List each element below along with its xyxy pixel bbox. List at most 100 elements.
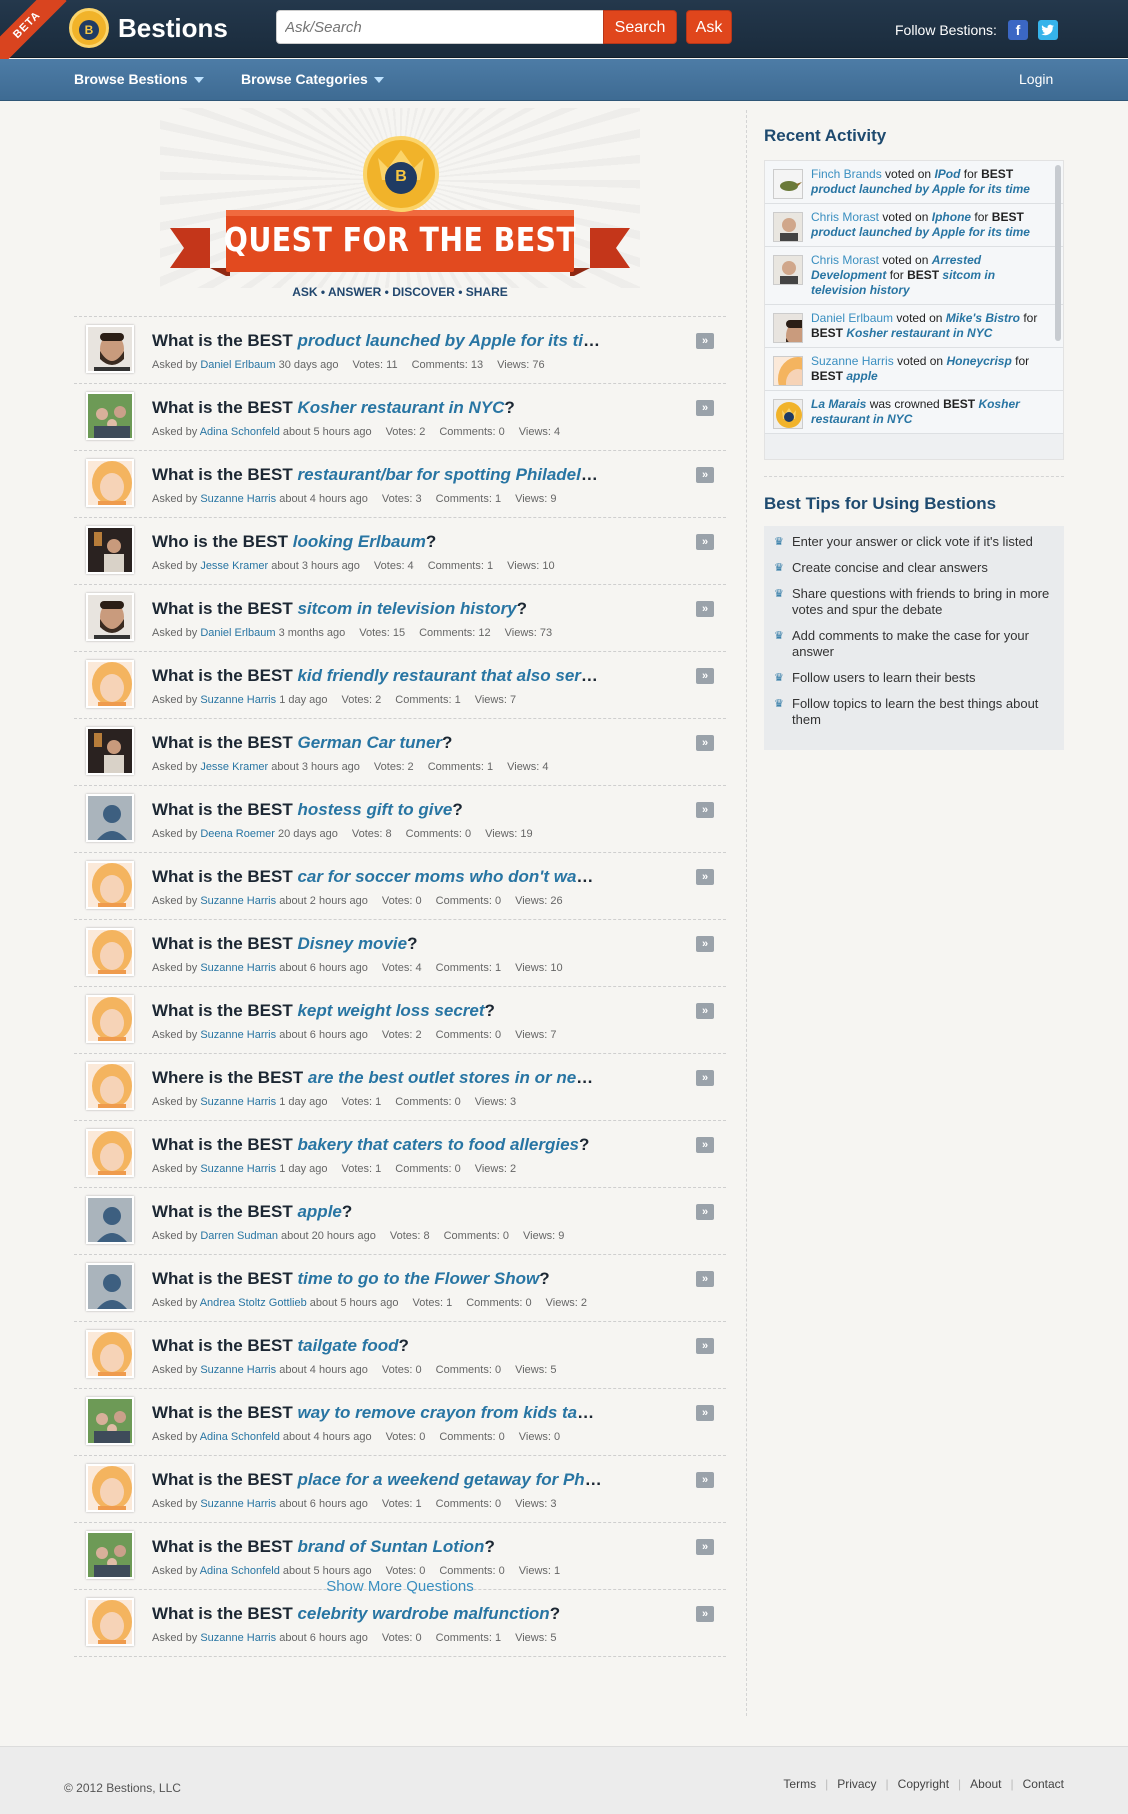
open-question-icon[interactable]: » — [696, 1204, 714, 1220]
footer-link[interactable]: Contact — [1023, 1777, 1064, 1791]
open-question-icon[interactable]: » — [696, 735, 714, 751]
question-topic[interactable]: are the best outlet stores in or near Ph… — [308, 1068, 602, 1087]
question-row[interactable]: Who is the BEST looking Erlbaum? Asked by… — [74, 518, 726, 585]
open-question-icon[interactable]: » — [696, 1472, 714, 1488]
asker-avatar[interactable] — [86, 392, 134, 440]
asker-link[interactable]: Adina Schonfeld — [200, 1431, 280, 1443]
question-row[interactable]: What is the BEST hostess gift to give? As… — [74, 786, 726, 853]
question-row[interactable]: What is the BEST place for a weekend get… — [74, 1456, 726, 1523]
footer-link[interactable]: Privacy — [837, 1777, 876, 1791]
activity-thumb[interactable] — [773, 356, 803, 386]
activity-item-link[interactable]: Honeycrisp — [946, 354, 1011, 368]
activity-item-link[interactable]: Iphone — [932, 210, 971, 224]
question-topic[interactable]: product launched by Apple for its time — [297, 331, 602, 350]
question-row[interactable]: What is the BEST celebrity wardrobe malf… — [74, 1590, 726, 1657]
asker-link[interactable]: Suzanne Harris — [200, 1029, 276, 1041]
asker-avatar[interactable] — [86, 861, 134, 909]
open-question-icon[interactable]: » — [696, 936, 714, 952]
open-question-icon[interactable]: » — [696, 467, 714, 483]
question-title[interactable]: What is the BEST hostess gift to give? — [152, 800, 602, 820]
activity-user[interactable]: Chris Morast — [811, 253, 879, 267]
asker-avatar[interactable] — [86, 325, 134, 373]
question-row[interactable]: What is the BEST car for soccer moms who… — [74, 853, 726, 920]
question-title[interactable]: What is the BEST brand of Suntan Lotion? — [152, 1537, 602, 1557]
show-more-questions-link[interactable]: Show More Questions — [74, 1578, 726, 1595]
asker-link[interactable]: Daniel Erlbaum — [200, 627, 275, 639]
open-question-icon[interactable]: » — [696, 1070, 714, 1086]
question-row[interactable]: What is the BEST time to go to the Flowe… — [74, 1255, 726, 1322]
question-topic[interactable]: way to remove crayon from kids table and… — [297, 1403, 602, 1422]
question-topic[interactable]: bakery that caters to food allergies — [297, 1135, 579, 1154]
activity-item-link[interactable]: La Marais — [811, 397, 866, 411]
search-button[interactable]: Search — [603, 10, 677, 44]
activity-topic-link[interactable]: product launched by Apple for its time — [811, 225, 1030, 239]
asker-avatar[interactable] — [86, 526, 134, 574]
question-title[interactable]: Where is the BEST are the best outlet st… — [152, 1068, 602, 1088]
ask-button[interactable]: Ask — [686, 10, 732, 44]
asker-avatar[interactable] — [86, 1129, 134, 1177]
question-topic[interactable]: hostess gift to give — [297, 800, 452, 819]
question-row[interactable]: What is the BEST way to remove crayon fr… — [74, 1389, 726, 1456]
question-title[interactable]: What is the BEST way to remove crayon fr… — [152, 1403, 602, 1423]
asker-link[interactable]: Suzanne Harris — [200, 1498, 276, 1510]
question-topic[interactable]: kept weight loss secret — [297, 1001, 484, 1020]
question-topic[interactable]: sitcom in television history — [297, 599, 516, 618]
asker-avatar[interactable] — [86, 593, 134, 641]
activity-item-link[interactable]: IPod — [934, 167, 960, 181]
asker-avatar[interactable] — [86, 1196, 134, 1244]
question-row[interactable]: What is the BEST kept weight loss secret… — [74, 987, 726, 1054]
question-row[interactable]: What is the BEST bakery that caters to f… — [74, 1121, 726, 1188]
open-question-icon[interactable]: » — [696, 400, 714, 416]
asker-link[interactable]: Suzanne Harris — [200, 1163, 276, 1175]
activity-thumb[interactable] — [773, 313, 803, 343]
open-question-icon[interactable]: » — [696, 601, 714, 617]
logo-crown-icon[interactable]: B — [69, 8, 109, 48]
question-title[interactable]: What is the BEST Kosher restaurant in NY… — [152, 398, 602, 418]
question-row[interactable]: What is the BEST Kosher restaurant in NY… — [74, 384, 726, 451]
question-topic[interactable]: German Car tuner — [297, 733, 442, 752]
open-question-icon[interactable]: » — [696, 668, 714, 684]
asker-avatar[interactable] — [86, 995, 134, 1043]
asker-link[interactable]: Darren Sudman — [200, 1230, 278, 1242]
open-question-icon[interactable]: » — [696, 1003, 714, 1019]
asker-avatar[interactable] — [86, 1062, 134, 1110]
asker-avatar[interactable] — [86, 1531, 134, 1579]
footer-link[interactable]: Terms — [783, 1777, 816, 1791]
question-topic[interactable]: tailgate food — [297, 1336, 398, 1355]
facebook-icon[interactable]: f — [1008, 20, 1028, 40]
asker-link[interactable]: Jesse Kramer — [200, 560, 268, 572]
footer-link[interactable]: About — [970, 1777, 1001, 1791]
question-title[interactable]: What is the BEST time to go to the Flowe… — [152, 1269, 602, 1289]
asker-link[interactable]: Adina Schonfeld — [200, 426, 280, 438]
question-title[interactable]: What is the BEST apple? — [152, 1202, 602, 1222]
browse-bestions-menu[interactable]: Browse Bestions — [74, 71, 204, 87]
asker-avatar[interactable] — [86, 660, 134, 708]
question-topic[interactable]: celebrity wardrobe malfunction — [297, 1604, 549, 1623]
question-topic[interactable]: place for a weekend getaway for Philadel… — [297, 1470, 602, 1489]
question-topic[interactable]: Kosher restaurant in NYC — [297, 398, 504, 417]
login-link[interactable]: Login — [1019, 71, 1053, 87]
asker-link[interactable]: Suzanne Harris — [200, 1632, 276, 1644]
asker-link[interactable]: Suzanne Harris — [200, 694, 276, 706]
question-title[interactable]: What is the BEST product launched by App… — [152, 331, 602, 351]
question-topic[interactable]: brand of Suntan Lotion — [297, 1537, 484, 1556]
open-question-icon[interactable]: » — [696, 1137, 714, 1153]
question-topic[interactable]: restaurant/bar for spotting Philadelphia… — [297, 465, 602, 484]
question-title[interactable]: Who is the BEST looking Erlbaum? — [152, 532, 602, 552]
question-title[interactable]: What is the BEST German Car tuner? — [152, 733, 602, 753]
question-topic[interactable]: apple — [297, 1202, 341, 1221]
question-topic[interactable]: looking Erlbaum — [293, 532, 426, 551]
open-question-icon[interactable]: » — [696, 333, 714, 349]
asker-link[interactable]: Suzanne Harris — [200, 1364, 276, 1376]
asker-avatar[interactable] — [86, 459, 134, 507]
asker-avatar[interactable] — [86, 1263, 134, 1311]
asker-link[interactable]: Andrea Stoltz Gottlieb — [200, 1297, 307, 1309]
asker-link[interactable]: Suzanne Harris — [200, 493, 276, 505]
question-row[interactable]: What is the BEST restaurant/bar for spot… — [74, 451, 726, 518]
question-title[interactable]: What is the BEST sitcom in television hi… — [152, 599, 602, 619]
question-title[interactable]: What is the BEST car for soccer moms who… — [152, 867, 602, 887]
asker-avatar[interactable] — [86, 794, 134, 842]
activity-scrollbar[interactable] — [1055, 165, 1061, 341]
asker-avatar[interactable] — [86, 1330, 134, 1378]
open-question-icon[interactable]: » — [696, 869, 714, 885]
